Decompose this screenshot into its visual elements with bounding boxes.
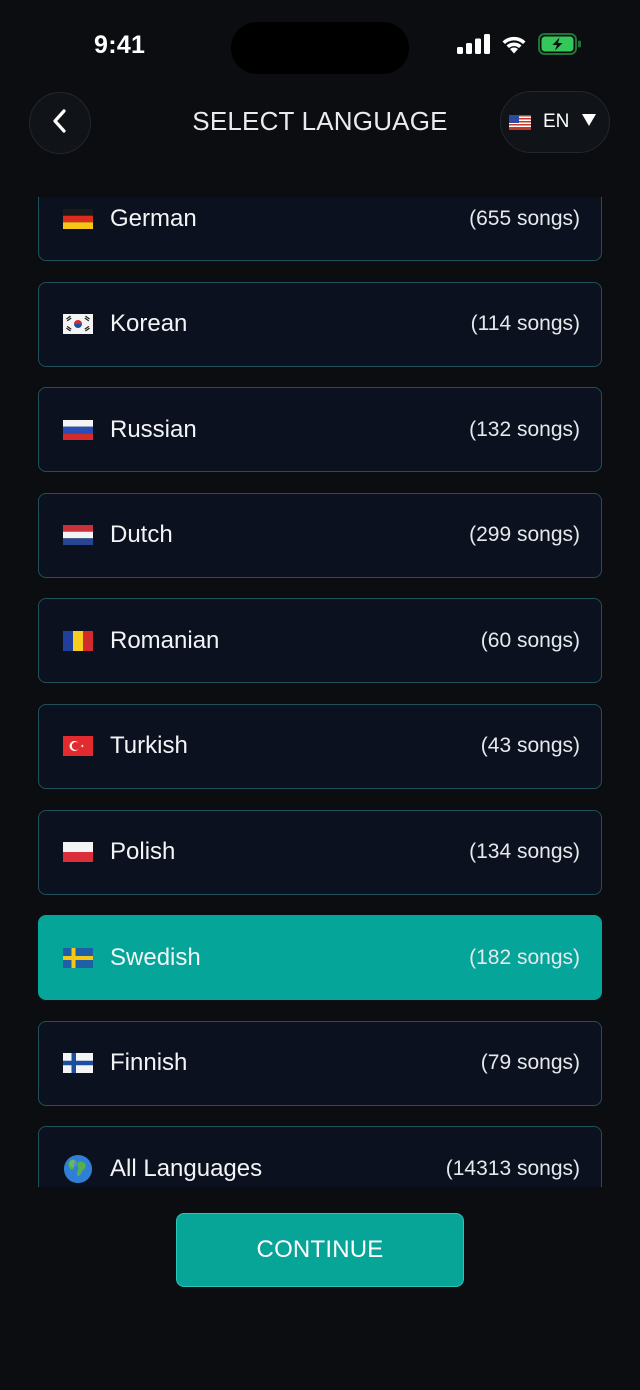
finland-flag-icon (63, 1053, 93, 1074)
language-option-finnish[interactable]: Finnish (79 songs) (38, 1020, 602, 1106)
language-list-inner: German (655 songs) Korean (114 songs) Russia… (38, 197, 602, 1187)
language-name: German (110, 204, 197, 232)
song-count: (79 songs) (480, 1051, 580, 1075)
language-option-all-languages[interactable]: All Languages (14313 songs) (38, 1126, 602, 1187)
language-list[interactable]: German (655 songs) Korean (114 songs) Russia… (0, 197, 640, 1187)
language-name: Turkish (110, 732, 188, 760)
poland-flag-icon (63, 842, 93, 863)
language-option-dutch[interactable]: Dutch (299 songs) (38, 492, 602, 578)
triangle-down-icon (581, 113, 597, 132)
language-option-russian[interactable]: Russian (132 songs) (38, 387, 602, 473)
wifi-icon (500, 34, 528, 59)
language-option-romanian[interactable]: Romanian (60 songs) (38, 598, 602, 684)
germany-flag-icon (63, 208, 93, 229)
language-option-polish[interactable]: Polish (134 songs) (38, 809, 602, 895)
language-name: Swedish (110, 943, 201, 971)
song-count: (182 songs) (469, 945, 580, 969)
russia-flag-icon (63, 419, 93, 440)
language-name: Finnish (110, 1049, 188, 1077)
language-name: Korean (110, 310, 188, 338)
app-language-code: EN (543, 111, 570, 132)
language-option-swedish[interactable]: Swedish (182 songs) (38, 915, 602, 1001)
language-option-turkish[interactable]: Turkish (43 songs) (38, 703, 602, 789)
netherlands-flag-icon (63, 525, 93, 546)
us-flag-icon (509, 114, 531, 130)
song-count: (114 songs) (470, 312, 580, 336)
song-count: (60 songs) (480, 628, 580, 652)
globe-icon (63, 1154, 93, 1183)
status-bar: 9:41 (0, 0, 640, 90)
battery-charging-icon (538, 33, 582, 60)
language-name: All Languages (110, 1154, 263, 1182)
song-count: (134 songs) (469, 840, 580, 864)
sweden-flag-icon (63, 947, 93, 968)
language-name: Romanian (110, 626, 220, 654)
turkey-flag-icon (63, 736, 93, 757)
app-language-dropdown[interactable]: EN (500, 91, 610, 153)
song-count: (43 songs) (480, 734, 580, 758)
language-name: Polish (110, 838, 176, 866)
song-count: (132 songs) (469, 417, 580, 441)
status-icons (457, 33, 582, 60)
language-name: Russian (110, 415, 197, 443)
south-korea-flag-icon (63, 314, 93, 335)
continue-button[interactable]: CONTINUE (176, 1213, 464, 1287)
status-time: 9:41 (94, 31, 146, 59)
language-name: Dutch (110, 521, 173, 549)
dynamic-island (231, 22, 409, 74)
romania-flag-icon (63, 630, 93, 651)
cellular-signal-icon (457, 34, 490, 59)
language-option-korean[interactable]: Korean (114 songs) (38, 281, 602, 367)
song-count: (299 songs) (469, 523, 580, 547)
song-count: (14313 songs) (445, 1156, 580, 1180)
language-option-german[interactable]: German (655 songs) (38, 197, 602, 261)
song-count: (655 songs) (469, 206, 580, 230)
